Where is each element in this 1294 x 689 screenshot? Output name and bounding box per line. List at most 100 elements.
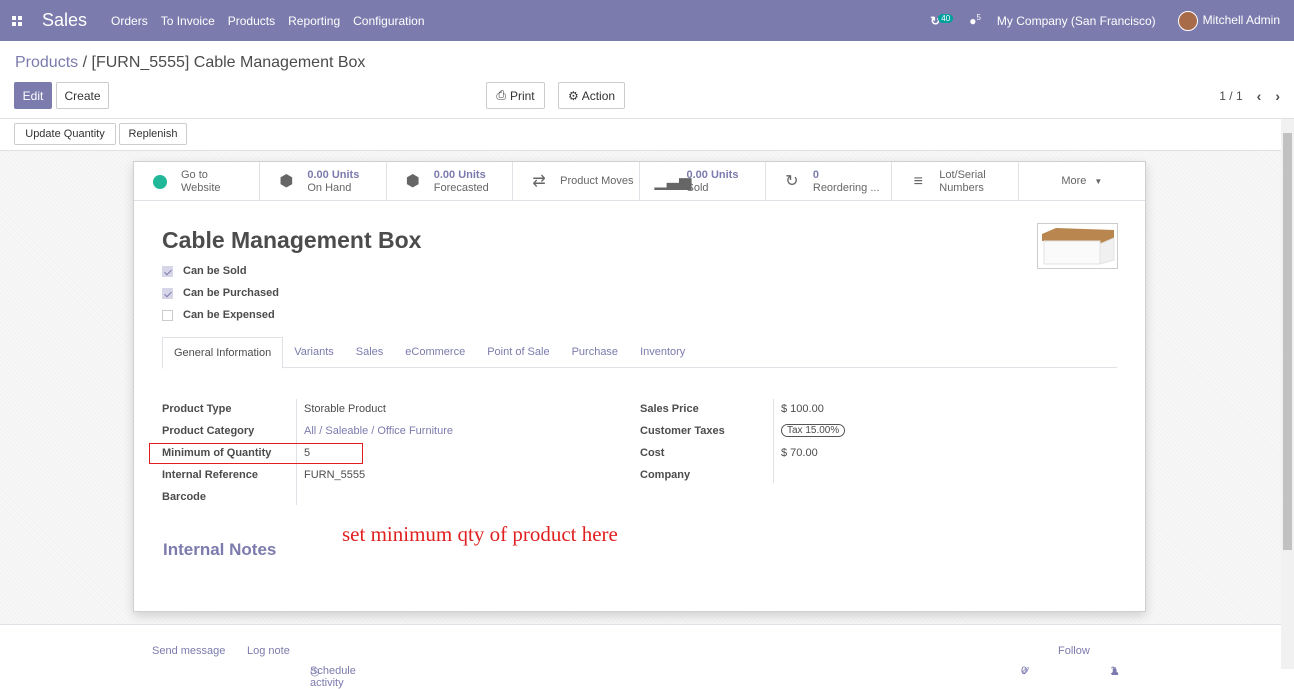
cubes-icon: ⬢ bbox=[279, 173, 294, 190]
highlight-box bbox=[149, 443, 363, 464]
user-menu[interactable]: Mitchell Admin bbox=[1177, 10, 1280, 31]
more-label: More bbox=[1061, 175, 1087, 187]
breadcrumb-current: [FURN_5555] Cable Management Box bbox=[91, 54, 366, 71]
product-moves-button[interactable]: ⇄ Product Moves bbox=[513, 162, 640, 201]
pager: 1 / 1 ‹ › bbox=[1219, 88, 1280, 104]
caret-down-icon: ▼ bbox=[1094, 177, 1103, 186]
checkbox-checked[interactable] bbox=[162, 265, 173, 277]
chevron-left-icon[interactable]: ‹ bbox=[1257, 88, 1262, 104]
breadcrumb-products[interactable]: Products bbox=[15, 54, 78, 71]
log-note-button[interactable]: Log note bbox=[247, 645, 290, 657]
company-switcher[interactable]: My Company (San Francisco) bbox=[997, 14, 1156, 28]
follower-count: 1 bbox=[1110, 665, 1117, 677]
activity-menu[interactable]: ↻40 bbox=[930, 13, 954, 28]
company-label: Company bbox=[640, 469, 691, 481]
product-image[interactable] bbox=[1037, 223, 1118, 269]
internal-reference-label: Internal Reference bbox=[162, 469, 258, 481]
refresh-icon: ↻ bbox=[785, 173, 799, 190]
website-value: Go to bbox=[181, 168, 208, 181]
edit-button[interactable]: Edit bbox=[14, 82, 52, 109]
menu-products[interactable]: Products bbox=[228, 14, 275, 28]
bars-icon: ≡ bbox=[913, 173, 923, 190]
checkbox-unchecked[interactable] bbox=[162, 309, 173, 321]
checkbox-checked[interactable] bbox=[162, 287, 173, 299]
tab-ecommerce[interactable]: eCommerce bbox=[394, 337, 476, 367]
sold-label: Sold bbox=[686, 181, 709, 194]
on-hand-button[interactable]: ⬢ 0.00 Units On Hand bbox=[260, 162, 387, 201]
breadcrumb: Products / [FURN_5555] Cable Management … bbox=[15, 54, 365, 72]
website-button[interactable]: Go to Website bbox=[134, 162, 261, 201]
tab-inventory[interactable]: Inventory bbox=[629, 337, 696, 367]
can-be-purchased-label: Can be Purchased bbox=[183, 287, 279, 299]
menu-reporting[interactable]: Reporting bbox=[288, 14, 340, 28]
product-name: Cable Management Box bbox=[162, 227, 422, 253]
chevron-right-icon[interactable]: › bbox=[1275, 88, 1280, 104]
on-hand-label: On Hand bbox=[307, 181, 352, 194]
update-quantity-button[interactable]: Update Quantity bbox=[14, 123, 116, 145]
create-button[interactable]: Create bbox=[56, 82, 109, 109]
customer-taxes-value: Tax 15.00% bbox=[781, 424, 846, 437]
menu-to-invoice[interactable]: To Invoice bbox=[161, 14, 215, 28]
tab-sales[interactable]: Sales bbox=[345, 337, 395, 367]
sales-price-value: $ 100.00 bbox=[781, 403, 824, 415]
action-button[interactable]: ⚙ Action bbox=[558, 82, 625, 109]
product-type-label: Product Type bbox=[162, 403, 232, 415]
cubes-icon: ⬢ bbox=[405, 173, 420, 190]
control-panel: Products / [FURN_5555] Cable Management … bbox=[0, 41, 1294, 151]
pager-value[interactable]: 1 / 1 bbox=[1219, 89, 1242, 103]
cable-box-image bbox=[1042, 228, 1115, 265]
messaging-menu[interactable]: ●5 bbox=[969, 13, 981, 28]
top-navbar: Sales Orders To Invoice Products Reporti… bbox=[0, 0, 1294, 41]
tab-purchase[interactable]: Purchase bbox=[561, 337, 629, 367]
attachment-count: 0 bbox=[1021, 665, 1028, 677]
sold-button[interactable]: ▁▃▅ 0.00 Units Sold bbox=[640, 162, 766, 201]
internal-notes-heading: Internal Notes bbox=[163, 540, 277, 559]
product-category-label: Product Category bbox=[162, 425, 255, 437]
website-label: Website bbox=[181, 181, 221, 194]
smart-buttons: Go to Website ⬢ 0.00 Units On Hand ⬢ 0.00 Un… bbox=[134, 162, 1145, 201]
reordering-button[interactable]: ↻ 0 Reordering ... bbox=[766, 162, 893, 201]
user-name: Mitchell Admin bbox=[1202, 12, 1280, 27]
activity-badge: 40 bbox=[938, 13, 954, 23]
can-be-expensed-label: Can be Expensed bbox=[183, 309, 275, 321]
sold-value: 0.00 Units bbox=[686, 168, 739, 181]
can-be-expensed-checkbox[interactable]: Can be Expensed bbox=[162, 309, 275, 321]
field-separator bbox=[773, 399, 774, 483]
barcode-label: Barcode bbox=[162, 491, 207, 503]
reordering-label: Reordering ... bbox=[812, 181, 880, 194]
apps-menu-icon[interactable] bbox=[0, 0, 34, 41]
customer-taxes-label: Customer Taxes bbox=[640, 425, 725, 437]
can-be-sold-label: Can be Sold bbox=[183, 265, 247, 277]
more-button[interactable]: More ▼ bbox=[1019, 162, 1145, 201]
on-hand-value: 0.00 Units bbox=[307, 168, 360, 181]
tab-variants[interactable]: Variants bbox=[283, 337, 345, 367]
product-moves-label: Product Moves bbox=[560, 175, 634, 187]
scrollbar-thumb[interactable] bbox=[1283, 133, 1292, 550]
follow-button[interactable]: Follow bbox=[1058, 645, 1090, 657]
form-sheet: Go to Website ⬢ 0.00 Units On Hand ⬢ 0.00 Un… bbox=[133, 161, 1146, 612]
print-label: Print bbox=[509, 88, 535, 103]
app-name[interactable]: Sales bbox=[42, 10, 87, 31]
sales-price-label: Sales Price bbox=[640, 403, 699, 415]
print-button[interactable]: ⎙ Print bbox=[486, 82, 545, 109]
lot-serial-value: Lot/Serial bbox=[939, 168, 986, 181]
notebook-tabs: General Information Variants Sales eComm… bbox=[162, 337, 1117, 369]
message-count: 5 bbox=[976, 13, 981, 22]
menu-orders[interactable]: Orders bbox=[111, 14, 148, 28]
forecasted-button[interactable]: ⬢ 0.00 Units Forecasted bbox=[387, 162, 514, 201]
can-be-sold-checkbox[interactable]: Can be Sold bbox=[162, 265, 247, 277]
breadcrumb-separator: / bbox=[82, 54, 88, 71]
lot-serial-button[interactable]: ≡ Lot/Serial Numbers bbox=[892, 162, 1019, 201]
can-be-purchased-checkbox[interactable]: Can be Purchased bbox=[162, 287, 279, 299]
menu-configuration[interactable]: Configuration bbox=[353, 14, 424, 28]
tab-general-information[interactable]: General Information bbox=[162, 337, 284, 369]
tab-point-of-sale[interactable]: Point of Sale bbox=[476, 337, 560, 367]
signal-icon: ▁▃▅ bbox=[654, 173, 692, 190]
product-category-value[interactable]: All / Saleable / Office Furniture bbox=[304, 425, 453, 437]
scrollbar[interactable] bbox=[1281, 119, 1294, 669]
replenish-button[interactable]: Replenish bbox=[119, 123, 187, 145]
tax-tag: Tax 15.00% bbox=[781, 424, 846, 437]
globe-icon bbox=[149, 174, 171, 189]
send-message-button[interactable]: Send message bbox=[152, 645, 225, 657]
internal-reference-value: FURN_5555 bbox=[304, 469, 366, 481]
